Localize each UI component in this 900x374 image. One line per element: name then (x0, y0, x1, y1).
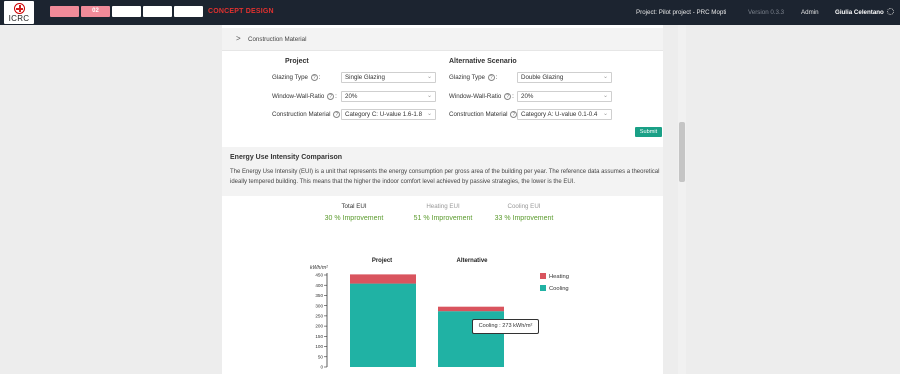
step-5[interactable] (174, 6, 203, 17)
eui-description: The Energy Use Intensity (EUI) is a unit… (230, 169, 660, 185)
red-cross-icon (14, 3, 25, 14)
project-column-title: Project (285, 58, 309, 65)
eui-title: Energy Use Intensity Comparison (230, 154, 343, 161)
y-tick-label: 150 (315, 334, 323, 339)
y-tick-label: 200 (315, 324, 323, 329)
accordion-label: Construction Material (248, 36, 307, 43)
icrc-logo[interactable]: ICRC (4, 1, 34, 24)
submit-button[interactable]: Submit (635, 127, 662, 137)
alt-glazing-label: Glazing Type ?: (449, 74, 498, 82)
alt-wwr-select[interactable]: 20% ⌄ (517, 91, 612, 102)
chart-tooltip: Cooling : 273 kWh/m² (472, 319, 539, 334)
metric-cooling-label: Cooling EUI (507, 203, 541, 210)
step-2[interactable]: 02 (81, 6, 110, 17)
main-panel: > Construction Material Project Glazing … (222, 25, 663, 374)
y-tick-label: 350 (315, 293, 323, 298)
alt-glazing-select[interactable]: Double Glazing ⌄ (517, 72, 612, 83)
y-tick-label: 100 (315, 344, 323, 349)
step-4[interactable] (143, 6, 172, 17)
construction-material-accordion[interactable]: > Construction Material (222, 28, 663, 51)
chevron-down-icon: ⌄ (426, 111, 432, 117)
project-glazing-select[interactable]: Single Glazing ⌄ (341, 72, 436, 83)
user-name[interactable]: Giulia Celentano (835, 9, 884, 16)
step-navigation: 02 (50, 6, 203, 17)
logo-text: ICRC (8, 14, 30, 23)
help-icon[interactable]: ? (327, 93, 335, 100)
project-wwr-select[interactable]: 20% ⌄ (341, 91, 436, 102)
category-label: Project (372, 258, 392, 264)
gear-icon[interactable] (887, 8, 894, 15)
metric-cooling-value: 33 % Improvement (494, 215, 554, 222)
admin-link[interactable]: Admin (801, 9, 819, 16)
metric-total-value: 30 % Improvement (324, 215, 384, 222)
project-material-label: Construction Material ? (272, 111, 341, 118)
step-3[interactable] (112, 6, 141, 17)
eui-info-box: Energy Use Intensity Comparison The Ener… (222, 147, 663, 196)
metric-total-label: Total EUI (341, 203, 367, 210)
chevron-right-icon: > (236, 34, 241, 43)
top-bar: ICRC 02 CONCEPT DESIGN Project: Pilot pr… (0, 0, 900, 25)
project-glazing-label: Glazing Type ?: (272, 74, 321, 82)
vertical-scrollbar[interactable] (678, 25, 686, 374)
legend-swatch (540, 273, 546, 279)
y-tick-label: 400 (315, 283, 323, 288)
alt-material-label: Construction Material ? (449, 111, 518, 118)
chevron-down-icon: ⌄ (602, 74, 608, 80)
y-axis-label: kWh/m² (310, 265, 328, 271)
bar-heating (350, 274, 416, 284)
project-material-select[interactable]: Category C: U-value 1.6-1.8 ⌄ (341, 109, 436, 120)
alt-wwr-label: Window-Wall-Ratio ?: (449, 93, 514, 101)
chevron-down-icon: ⌄ (426, 93, 432, 99)
y-tick-label: 50 (318, 354, 324, 359)
y-tick-label: 0 (320, 365, 323, 370)
y-tick-label: 250 (315, 313, 323, 318)
eui-chart: kWh/m² 0 50 100 150 200 250 300 350 400 450 Project… (310, 258, 569, 370)
scrollbar-thumb[interactable] (679, 122, 685, 182)
alternative-column-title: Alternative Scenario (449, 58, 517, 65)
bar-cooling (350, 283, 416, 367)
y-tick-label: 450 (315, 273, 323, 278)
version-label: Version 0.3.3 (748, 9, 785, 16)
category-label: Alternative (456, 258, 488, 264)
help-icon[interactable]: ? (504, 93, 512, 100)
bar-heating (438, 306, 504, 312)
chevron-down-icon: ⌄ (426, 74, 432, 80)
help-icon[interactable]: ? (333, 111, 341, 118)
project-name: Project: Pilot project - PRC Mopti (636, 9, 727, 16)
alt-material-select[interactable]: Category A: U-value 0.1-0.4 ⌄ (517, 109, 612, 120)
help-icon[interactable]: ? (487, 74, 495, 81)
help-icon[interactable]: ? (310, 74, 318, 81)
chevron-down-icon: ⌄ (602, 93, 608, 99)
legend-swatch (540, 285, 546, 291)
chevron-down-icon: ⌄ (602, 111, 608, 117)
y-tick-label: 300 (315, 303, 323, 308)
legend-label: Cooling (549, 286, 569, 292)
project-wwr-label: Window-Wall-Ratio ?: (272, 93, 337, 101)
section-title: CONCEPT DESIGN (208, 8, 274, 15)
step-1[interactable] (50, 6, 79, 17)
legend-label: Heating (549, 274, 569, 280)
